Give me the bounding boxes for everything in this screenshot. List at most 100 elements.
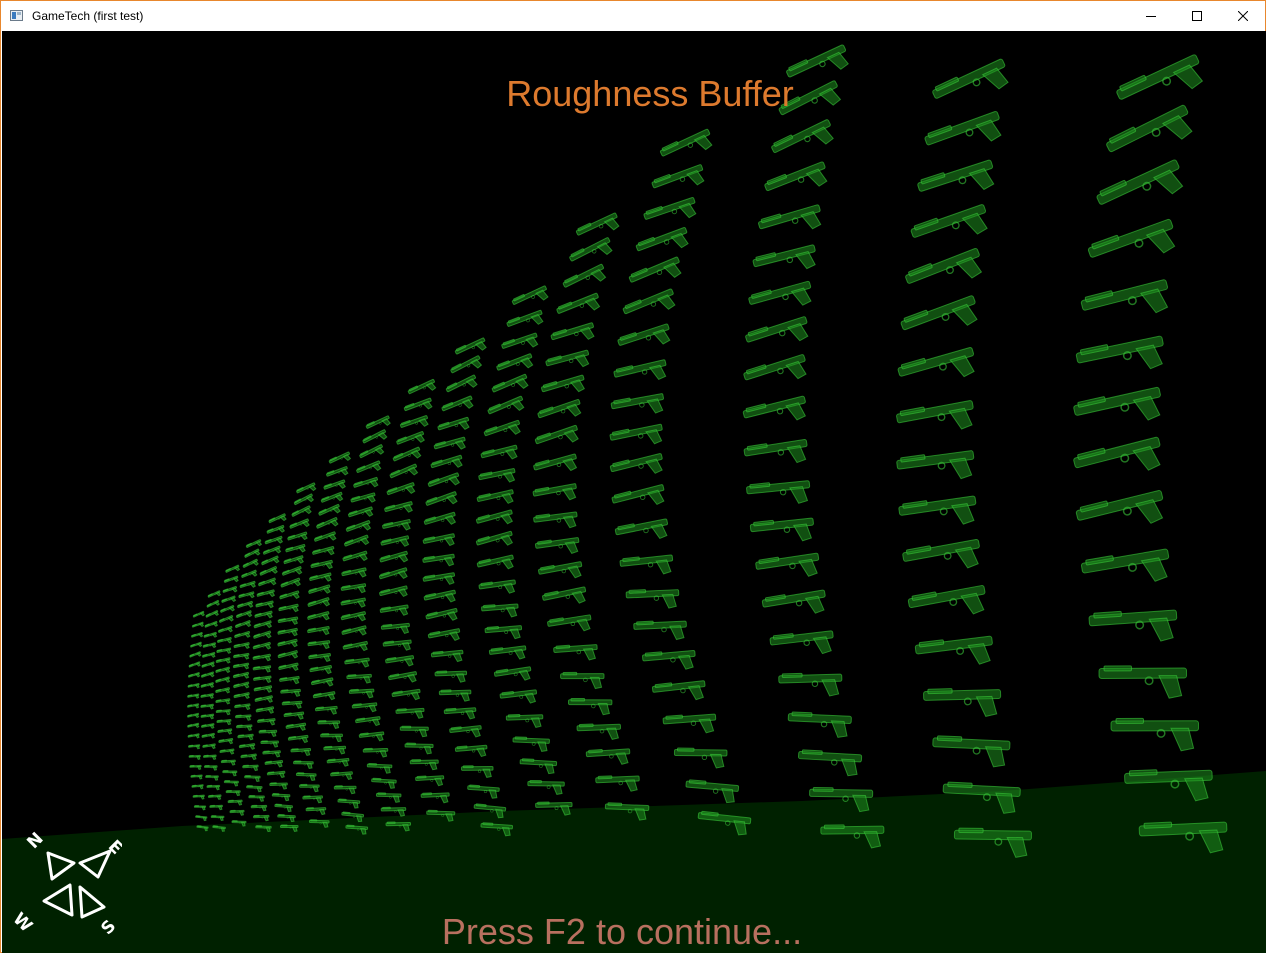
gun-model: [616, 321, 674, 358]
gun-model: [186, 712, 200, 721]
gun-model: [1079, 276, 1174, 331]
gun-model: [189, 764, 202, 771]
gun-model: [424, 490, 460, 513]
gun-model: [266, 770, 286, 780]
gun-model: [454, 743, 489, 760]
gun-model: [242, 764, 259, 772]
gun-model: [283, 554, 306, 569]
gun-model: [383, 500, 415, 519]
gun-model: [269, 781, 288, 790]
gun-model: [568, 235, 616, 271]
gun-model: [378, 584, 410, 603]
gun-model: [215, 666, 231, 677]
gun-model: [200, 703, 215, 711]
gun-model: [220, 759, 237, 767]
gun-model: [476, 553, 516, 576]
gun-model: [370, 777, 397, 790]
gun-model: [284, 543, 307, 557]
gun-model: [395, 706, 425, 721]
gun-model: [238, 590, 256, 602]
gun-model: [749, 515, 816, 547]
gun-model: [627, 254, 685, 295]
gun-model: [378, 566, 410, 586]
gun-model: [239, 580, 257, 592]
gun-model: [311, 545, 336, 560]
maximize-button[interactable]: [1174, 1, 1220, 31]
gun-model: [751, 242, 820, 282]
gun-model: [254, 610, 274, 622]
gun-model: [365, 414, 393, 435]
render-viewport[interactable]: Roughness Buffer Press F2 to continue...…: [2, 31, 1266, 953]
gun-model: [287, 734, 310, 746]
gun-model: [216, 636, 233, 647]
gun-model: [315, 516, 340, 534]
gun-model: [423, 588, 458, 608]
gun-model: [253, 684, 273, 696]
gun-model: [454, 336, 489, 362]
maximize-icon: [1192, 11, 1202, 21]
gun-model: [392, 445, 423, 468]
gun-model: [899, 292, 983, 348]
gun-model: [340, 596, 368, 612]
gun-model: [386, 481, 417, 502]
gun-model: [1086, 215, 1181, 278]
gun-model: [264, 535, 284, 549]
gun-model: [427, 471, 462, 494]
gun-model: [477, 466, 518, 489]
gun-model: [1087, 606, 1180, 647]
compass-south: S: [97, 916, 120, 935]
gun-model: [256, 717, 277, 727]
gun-model: [352, 476, 380, 494]
app-window: GameTech (first test) Roughness Buffer P…: [0, 0, 1266, 953]
gun-model: [549, 320, 598, 350]
gun-model: [430, 648, 465, 665]
gun-model: [310, 676, 335, 691]
gun-model: [341, 566, 368, 582]
gun-model: [308, 571, 333, 586]
gun-model: [217, 727, 233, 737]
gun-model: [325, 465, 350, 482]
gun-model: [754, 550, 822, 585]
gun-model: [192, 610, 206, 620]
gun-model: [215, 686, 231, 697]
gun-model: [537, 559, 585, 585]
gun-model: [404, 742, 434, 755]
gun-model: [330, 770, 354, 782]
gun-model: [238, 742, 256, 752]
gun-model: [621, 286, 679, 326]
gun-model: [433, 435, 468, 457]
gun-model: [361, 428, 389, 449]
gun-model: [234, 702, 252, 712]
gun-model: [187, 722, 200, 731]
gun-model: [290, 747, 312, 757]
gun-model: [909, 201, 993, 256]
gun-model: [610, 482, 668, 516]
gun-model: [466, 784, 500, 800]
gun-model: [500, 331, 541, 357]
gun-model: [362, 747, 389, 759]
gun-model: [486, 394, 527, 423]
gun-model: [323, 745, 347, 756]
gun-model: [187, 693, 200, 701]
gun-model: [256, 588, 276, 601]
gun-model: [381, 518, 413, 536]
compass-north: N: [23, 829, 47, 853]
gun-model: [662, 712, 718, 737]
title-bar[interactable]: GameTech (first test): [1, 1, 1265, 31]
gun-model: [314, 705, 339, 717]
gun-model: [475, 529, 516, 554]
gun-model-array: [186, 42, 1229, 859]
gun-model: [399, 725, 429, 738]
gun-model: [291, 504, 313, 522]
gun-model: [274, 803, 293, 813]
gun-model: [257, 576, 278, 591]
minimize-button[interactable]: [1128, 1, 1174, 31]
gun-model: [299, 783, 320, 793]
gun-model: [438, 688, 472, 703]
gun-model: [271, 793, 291, 802]
gun-model: [248, 795, 265, 802]
gun-model: [308, 652, 332, 665]
gun-model: [187, 671, 201, 681]
close-button[interactable]: [1220, 1, 1266, 31]
gun-model: [1079, 545, 1174, 594]
